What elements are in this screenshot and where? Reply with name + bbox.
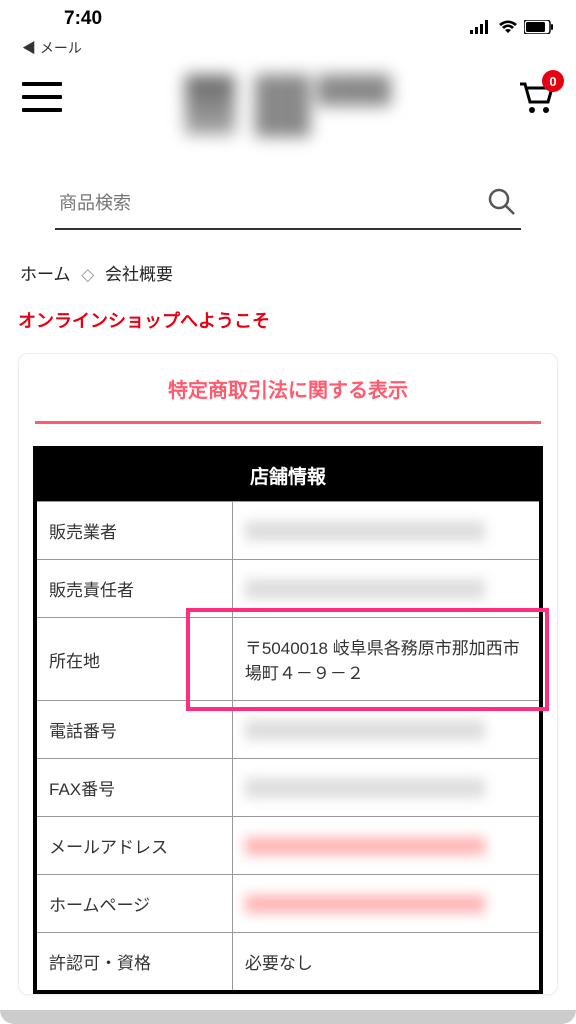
row-label: ホームページ <box>35 875 232 933</box>
search-icon <box>487 187 517 217</box>
row-value <box>232 817 541 875</box>
search-input[interactable] <box>59 193 487 214</box>
row-label: 許認可・資格 <box>35 933 232 993</box>
table-row: メールアドレス <box>35 817 541 875</box>
table-row: 販売業者 <box>35 502 541 560</box>
row-label: メールアドレス <box>35 817 232 875</box>
breadcrumb: ホーム ◇ 会社概要 <box>0 248 576 293</box>
table-row: 許認可・資格必要なし <box>35 933 541 993</box>
breadcrumb-home[interactable]: ホーム <box>20 265 71 284</box>
row-value <box>232 875 541 933</box>
battery-icon <box>524 18 554 40</box>
legal-info-card: 特定商取引法に関する表示 店舗情報 販売業者販売責任者所在地〒5040018 岐… <box>18 353 558 995</box>
row-value <box>232 759 541 817</box>
card-title: 特定商取引法に関する表示 <box>33 374 543 421</box>
table-row: 電話番号 <box>35 701 541 759</box>
status-indicators <box>470 8 554 40</box>
cart-button[interactable]: 0 <box>516 80 554 114</box>
row-value <box>232 701 541 759</box>
table-row: 所在地〒5040018 岐阜県各務原市那加西市場町４－９－２ <box>35 618 541 701</box>
app-header: ███ ███████ 0 <box>0 50 576 134</box>
row-value: 〒5040018 岐阜県各務原市那加西市場町４－９－２ <box>232 618 541 701</box>
row-label: 電話番号 <box>35 701 232 759</box>
status-bar: 7:40 <box>0 0 576 50</box>
hamburger-icon[interactable] <box>22 82 62 112</box>
row-value <box>232 560 541 618</box>
row-label: 所在地 <box>35 618 232 701</box>
breadcrumb-separator: ◇ <box>81 265 94 284</box>
table-header: 店舗情報 <box>35 448 541 502</box>
row-label: FAX番号 <box>35 759 232 817</box>
row-value <box>232 502 541 560</box>
row-value: 必要なし <box>232 933 541 993</box>
search-bar[interactable] <box>55 179 521 230</box>
wifi-icon <box>498 18 518 40</box>
breadcrumb-current: 会社概要 <box>105 265 173 284</box>
home-indicator <box>0 1010 576 1024</box>
row-label: 販売業者 <box>35 502 232 560</box>
row-label: 販売責任者 <box>35 560 232 618</box>
table-row: FAX番号 <box>35 759 541 817</box>
cart-badge: 0 <box>542 70 564 92</box>
welcome-message: オンラインショップへようこそ <box>0 293 576 353</box>
table-row: ホームページ <box>35 875 541 933</box>
divider <box>35 421 541 424</box>
search-button[interactable] <box>487 187 517 220</box>
signal-icon <box>470 18 492 40</box>
store-logo: ███ ███████ <box>138 50 438 160</box>
status-time: 7:40 <box>22 8 102 30</box>
table-row: 販売責任者 <box>35 560 541 618</box>
store-info-table: 店舗情報 販売業者販売責任者所在地〒5040018 岐阜県各務原市那加西市場町４… <box>33 446 543 994</box>
